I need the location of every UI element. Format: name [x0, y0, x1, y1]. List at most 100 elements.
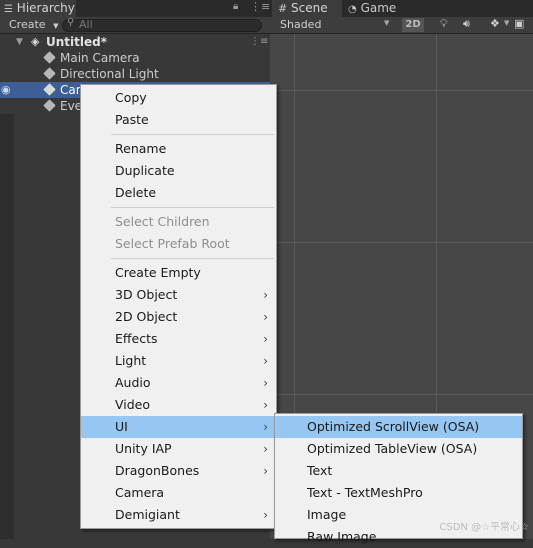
chevron-right-icon: › — [263, 442, 268, 456]
menu-item-paste[interactable]: Paste — [81, 109, 276, 131]
menu-item-demigiant[interactable]: Demigiant › — [81, 504, 276, 526]
chevron-right-icon: › — [263, 332, 268, 346]
chevron-right-icon: › — [263, 508, 268, 522]
search-input[interactable]: ⚲ All — [62, 17, 262, 32]
chevron-right-icon: › — [263, 464, 268, 478]
submenu-item-label: Image — [307, 507, 347, 522]
menu-item-label: Demigiant — [115, 507, 180, 522]
foldout-arrow-icon[interactable]: ▼ — [16, 34, 23, 50]
submenu-item-text-textmeshpro[interactable]: Text - TextMeshPro — [275, 482, 522, 504]
search-placeholder: All — [79, 18, 93, 31]
submenu-item-label: Raw Image — [307, 529, 377, 544]
chevron-right-icon: › — [263, 398, 268, 412]
menu-item-label: Delete — [115, 185, 157, 200]
chevron-down-icon: ▼ — [53, 22, 59, 30]
menu-item-select-children: Select Children — [81, 211, 276, 233]
menu-item-label: Light — [115, 353, 147, 368]
menu-item-delete[interactable]: Delete — [81, 182, 276, 204]
menu-item-label: Paste — [115, 112, 149, 127]
create-dropdown[interactable]: Create ▼ — [9, 17, 58, 34]
menu-item-copy[interactable]: Copy — [81, 87, 276, 109]
scene-menu-icon[interactable]: ⋮≡ — [250, 34, 268, 50]
menu-item-label: Select Children — [115, 214, 210, 229]
hierarchy-item-label: Directional Light — [60, 67, 159, 81]
hierarchy-item[interactable]: Directional Light — [0, 66, 270, 82]
menu-item-label: Rename — [115, 141, 167, 156]
menu-item-unity-iap[interactable]: Unity IAP › — [81, 438, 276, 460]
tab-scene[interactable]: # Scene — [272, 0, 342, 17]
scene-root-row[interactable]: ▼ ◈ Untitled* ⋮≡ — [0, 34, 270, 50]
hierarchy-tab-label: Hierarchy — [16, 1, 75, 15]
submenu-item-text[interactable]: Text — [275, 460, 522, 482]
scene-toolbar: Shaded ▼ 2D 💡︎ 🔊︎ ❖ ▼ ▣ — [270, 17, 533, 34]
menu-item-label: Duplicate — [115, 163, 175, 178]
menu-item-label: UI — [115, 419, 128, 434]
menu-item-label: Effects — [115, 331, 158, 346]
menu-item-video[interactable]: Video › — [81, 394, 276, 416]
menu-item-dragonbones[interactable]: DragonBones › — [81, 460, 276, 482]
menu-item-label: Unity IAP — [115, 441, 172, 456]
unity-logo-icon: ◈ — [31, 35, 40, 48]
menu-item-label: Camera — [115, 485, 165, 500]
gameobject-cube-icon — [43, 99, 56, 112]
menu-item-2d-object[interactable]: 2D Object › — [81, 306, 276, 328]
hierarchy-item[interactable]: Main Camera — [0, 50, 270, 66]
menu-divider — [111, 207, 274, 208]
menu-item-3d-object[interactable]: 3D Object › — [81, 284, 276, 306]
scene-name: Untitled* — [46, 35, 107, 49]
menu-item-camera[interactable]: Camera — [81, 482, 276, 504]
context-menu: Copy Paste Rename Duplicate Delete Selec… — [80, 84, 277, 529]
search-icon: ⚲ — [67, 17, 75, 28]
chevron-right-icon: › — [263, 376, 268, 390]
menu-item-label: Audio — [115, 375, 151, 390]
speaker-icon[interactable]: 🔊︎ — [463, 17, 470, 31]
list-icon: ☰ — [4, 4, 13, 15]
game-tab-label: Game — [360, 1, 397, 15]
menu-item-label: 3D Object — [115, 287, 178, 302]
gameobject-cube-icon — [43, 51, 56, 64]
pacman-icon: ◔ — [348, 4, 357, 15]
toggle-2d-button[interactable]: 2D — [402, 18, 424, 32]
chevron-right-icon: › — [263, 420, 268, 434]
tab-game[interactable]: ◔ Game — [348, 0, 396, 17]
menu-divider — [111, 134, 274, 135]
menu-item-audio[interactable]: Audio › — [81, 372, 276, 394]
chevron-down-icon: ▼ — [384, 19, 390, 27]
scene-tab-bar: # Scene ◔ Game — [270, 0, 533, 17]
chevron-down-icon: ▼ — [504, 19, 510, 27]
menu-item-label: Copy — [115, 90, 147, 105]
submenu-item-label: Text - TextMeshPro — [307, 485, 423, 500]
gameobject-cube-icon — [43, 83, 56, 96]
shading-mode-label: Shaded — [280, 18, 322, 31]
submenu-item-label: Optimized ScrollView (OSA) — [307, 419, 480, 434]
submenu-item-label: Optimized TableView (OSA) — [307, 441, 478, 456]
hierarchy-item-label: Eve — [60, 99, 83, 113]
chevron-right-icon: › — [263, 310, 268, 324]
hierarchy-gutter — [0, 114, 14, 539]
submenu-item-optimized-tableview[interactable]: Optimized TableView (OSA) — [275, 438, 522, 460]
hierarchy-item-label: Main Camera — [60, 51, 140, 65]
lightbulb-icon[interactable]: 💡︎ — [440, 17, 448, 31]
shading-mode-dropdown[interactable]: Shaded — [280, 17, 321, 33]
lock-icon[interactable]: 🔒︎ — [233, 1, 238, 12]
menu-item-duplicate[interactable]: Duplicate — [81, 160, 276, 182]
menu-item-ui[interactable]: UI › — [81, 416, 276, 438]
eye-icon[interactable]: ◉ — [1, 82, 11, 98]
menu-item-effects[interactable]: Effects › — [81, 328, 276, 350]
tab-hierarchy[interactable]: ☰ Hierarchy — [0, 0, 76, 17]
menu-item-label: 2D Object — [115, 309, 178, 324]
menu-item-select-prefab-root: Select Prefab Root — [81, 233, 276, 255]
watermark: CSDN @☆平常心☆ — [439, 522, 529, 533]
image-effects-icon[interactable]: ▣ — [514, 17, 524, 30]
submenu-item-label: Text — [307, 463, 333, 478]
menu-item-rename[interactable]: Rename — [81, 138, 276, 160]
menu-item-create-empty[interactable]: Create Empty — [81, 262, 276, 284]
menu-item-light[interactable]: Light › — [81, 350, 276, 372]
panel-menu-icon[interactable]: ⋮≡ — [250, 0, 270, 13]
hierarchy-toolbar: Create ▼ ⚲ All — [0, 17, 270, 34]
gameobject-cube-icon — [43, 67, 56, 80]
submenu-item-optimized-scrollview[interactable]: Optimized ScrollView (OSA) — [275, 416, 522, 438]
create-label: Create — [9, 18, 46, 31]
grid-icon: # — [278, 2, 288, 15]
layers-icon[interactable]: ❖ — [490, 17, 500, 30]
